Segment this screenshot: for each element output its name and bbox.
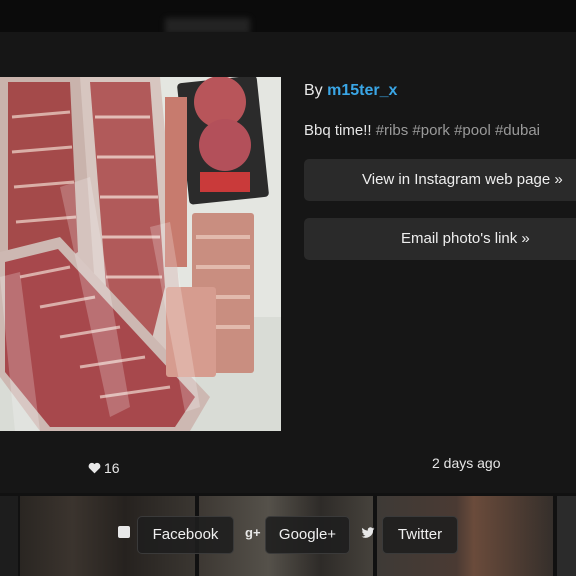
hashtag-link[interactable]: #pork [412, 122, 450, 139]
hashtag-link[interactable]: #ribs [376, 122, 409, 139]
view-instagram-label: View in Instagram web page » [362, 171, 563, 188]
hashtag-link[interactable]: #pool [454, 122, 491, 139]
facebook-share-button[interactable]: Facebook [137, 516, 234, 554]
post-author: By m15ter_x [304, 82, 397, 100]
thumbnail[interactable] [557, 496, 576, 576]
google-plus-icon: g+ [245, 525, 261, 540]
username-link[interactable]: m15ter_x [327, 82, 397, 99]
post-time: 2 days ago [432, 455, 501, 471]
facebook-icon [118, 526, 130, 538]
google-plus-share-button[interactable]: Google+ [265, 516, 350, 554]
twitter-share-button[interactable]: Twitter [382, 516, 458, 554]
like-count: 16 [88, 460, 120, 476]
thumbnail[interactable] [0, 496, 18, 576]
post-photo [0, 77, 281, 431]
hashtag-link[interactable]: #dubai [495, 122, 540, 139]
top-bar [0, 0, 576, 34]
post-caption: Bbq time!! #ribs #pork #pool #dubai [304, 122, 540, 139]
view-instagram-button[interactable]: View in Instagram web page » [304, 159, 576, 201]
heart-icon [88, 462, 101, 474]
email-link-label: Email photo's link » [401, 230, 530, 247]
caption-text: Bbq time!! [304, 122, 372, 139]
twitter-icon [361, 527, 375, 542]
email-link-button[interactable]: Email photo's link » [304, 218, 576, 260]
by-label: By [304, 82, 323, 99]
likes-value: 16 [104, 460, 120, 476]
